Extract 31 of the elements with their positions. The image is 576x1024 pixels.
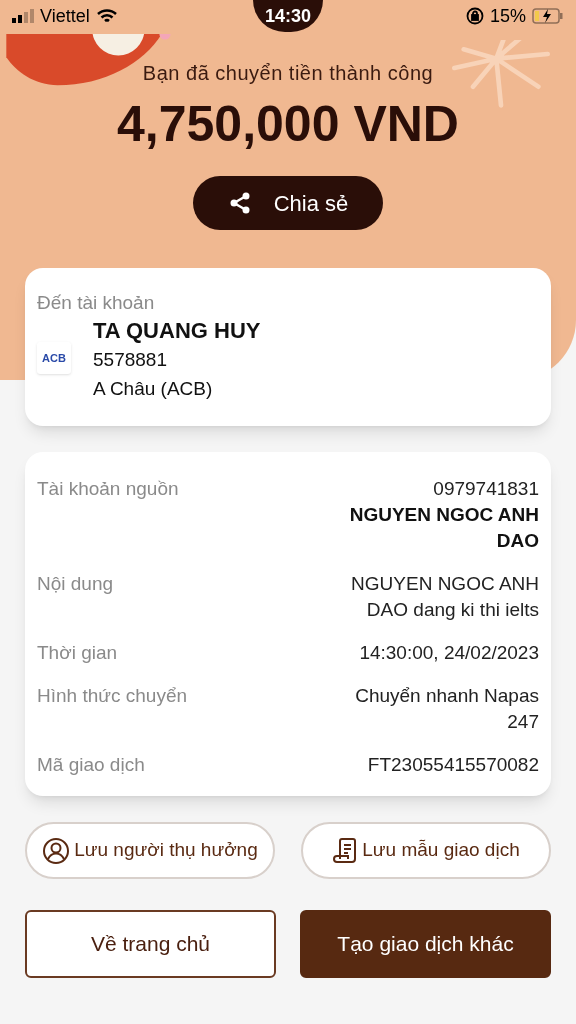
detail-value: FT23055415570082 xyxy=(367,753,539,777)
signal-icon xyxy=(12,9,34,23)
scroll-icon xyxy=(332,836,359,865)
carrier-name: Viettel xyxy=(40,4,90,28)
detail-label: Nội dung xyxy=(37,572,114,596)
detail-label: Thời gian xyxy=(37,641,118,665)
save-action-button[interactable]: Lưu mẫu giao dịch xyxy=(301,822,551,879)
detail-label: Mã giao dịch xyxy=(37,753,145,777)
detail-value: 14:30:00, 24/02/2023 xyxy=(359,641,539,665)
detail-value: Chuyển nhanh Napas 247 xyxy=(354,684,539,734)
detail-value: NGUYEN NGOC ANH DAO xyxy=(348,503,539,553)
bank-logo: ACB xyxy=(37,342,71,374)
transfer-amount: 4,750,000 VND xyxy=(117,95,459,154)
new-transaction-button[interactable]: Tạo giao dịch khác xyxy=(300,910,551,978)
person-icon xyxy=(42,836,71,865)
recipient-label: Đến tài khoản xyxy=(37,292,156,314)
detail-value: 0979741831 xyxy=(433,477,539,501)
wifi-icon xyxy=(95,8,118,24)
recipient-name: TA QUANG HUY xyxy=(93,317,261,345)
recipient-account: 5578881 xyxy=(93,348,168,372)
detail-label: Tài khoản nguồn xyxy=(37,477,179,501)
success-message: Bạn đã chuyển tiền thành công xyxy=(142,61,434,86)
detail-value: NGUYEN NGOC ANH DAO dang ki thi ielts xyxy=(350,572,539,622)
battery-percentage: 15% xyxy=(489,4,526,28)
battery-charging-icon xyxy=(532,8,564,24)
home-button[interactable]: Về trang chủ xyxy=(25,910,276,978)
rotation-lock-icon xyxy=(465,7,484,25)
detail-label: Hình thức chuyển xyxy=(37,684,188,708)
save-action-button[interactable]: Lưu người thụ hưởng xyxy=(25,822,275,879)
share-button[interactable]: Chia sẻ xyxy=(193,176,383,230)
recipient-bank: A Châu (ACB) xyxy=(93,377,214,401)
